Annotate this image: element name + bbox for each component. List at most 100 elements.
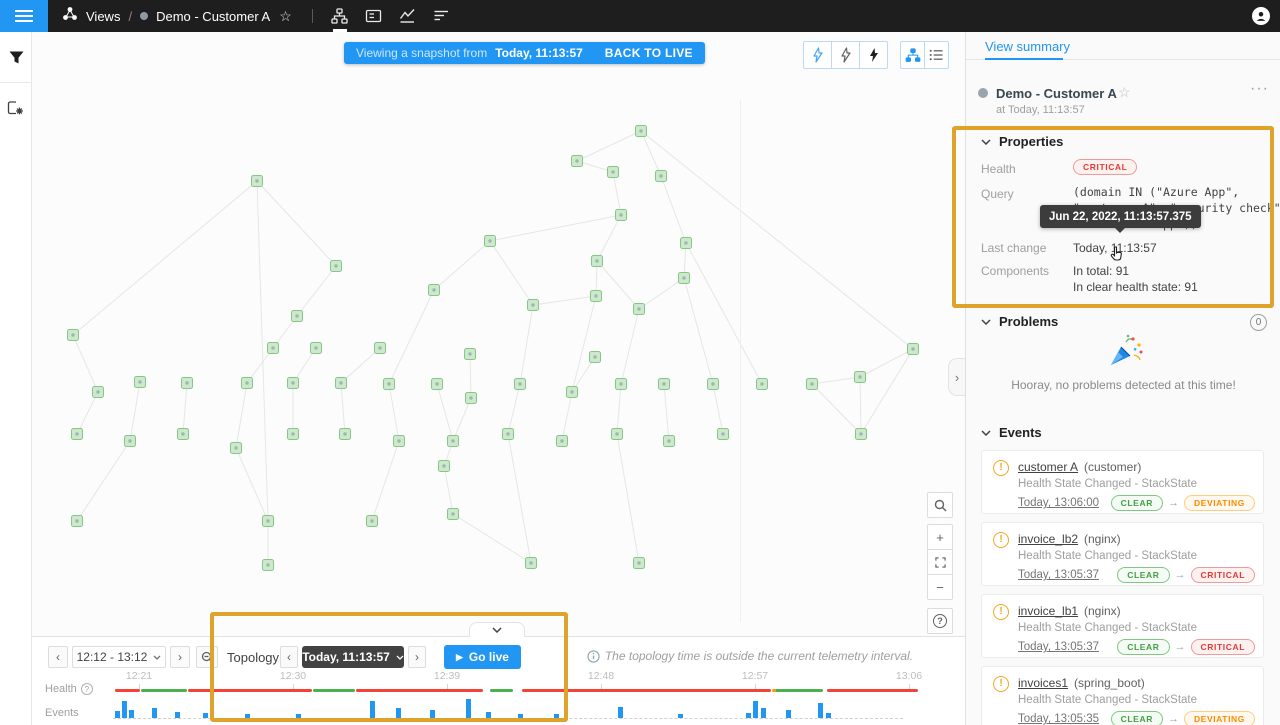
health-state-segment: [490, 689, 513, 692]
health-property-value: CRITICAL: [1073, 159, 1137, 175]
event-component-link[interactable]: invoice_lb2: [1018, 532, 1078, 546]
topology-time-next-button[interactable]: ›: [408, 646, 426, 668]
menu-button[interactable]: [0, 0, 48, 32]
topology-edge: [73, 181, 257, 335]
event-time-link[interactable]: Today, 13:05:35: [1018, 713, 1099, 725]
topology-node-icon: [75, 519, 78, 522]
topology-view-tab[interactable]: [323, 0, 357, 32]
event-component-link[interactable]: invoice_lb1: [1018, 604, 1078, 618]
view-health-dot: [140, 12, 148, 20]
bolt-outline-button[interactable]: [803, 41, 832, 69]
event-time-link[interactable]: Today, 13:05:37: [1018, 569, 1099, 581]
bolt-dim-button[interactable]: [831, 41, 860, 69]
view-favorite-star-icon[interactable]: ☆: [1118, 84, 1131, 101]
topology-time-dropdown[interactable]: Today, 11:13:57: [302, 646, 404, 668]
topology-edge: [686, 243, 762, 384]
event-component-type: (nginx): [1084, 604, 1121, 618]
collapse-timeline-button[interactable]: [469, 622, 525, 637]
state-pill-to: CRITICAL: [1191, 639, 1255, 655]
topology-node-icon: [595, 259, 598, 262]
topology-node-icon: [181, 432, 184, 435]
health-event-icon: !: [993, 460, 1009, 476]
problems-count-badge: 0: [1250, 314, 1267, 331]
zoom-out-button[interactable]: −: [927, 574, 953, 600]
events-row-label: Events: [45, 707, 79, 719]
search-zoom-button[interactable]: [927, 492, 953, 518]
list-mode-button[interactable]: [924, 41, 949, 69]
chevron-down-icon: [981, 139, 991, 145]
events-section-header[interactable]: Events: [981, 425, 1042, 440]
event-count-bar: [753, 701, 758, 718]
topology-time-value: Today, 11:13:57: [302, 650, 390, 664]
telemetry-next-button[interactable]: ›: [170, 646, 190, 668]
topology-node-icon: [469, 396, 472, 399]
event-description: Health State Changed - StackState: [1018, 622, 1197, 634]
topology-edge: [812, 384, 861, 434]
topology-edge: [562, 392, 572, 441]
event-state-transition: CLEAR→DEVIATING: [1111, 711, 1255, 725]
topbar-divider: [312, 9, 313, 23]
event-count-bar: [175, 712, 180, 718]
topology-time-prev-button[interactable]: ‹: [280, 646, 298, 668]
expand-panel-handle[interactable]: ›: [948, 358, 965, 396]
event-component-link[interactable]: invoices1: [1018, 676, 1068, 690]
tab-view-summary[interactable]: View summary: [985, 39, 1070, 54]
topology-edge: [572, 296, 596, 392]
event-time-link[interactable]: Today, 13:05:37: [1018, 641, 1099, 653]
event-card: !invoices1(spring_boot)Health State Chan…: [981, 666, 1264, 725]
problems-section-header[interactable]: Problems: [981, 314, 1058, 329]
event-count-bar: [466, 699, 471, 718]
traces-view-tab[interactable]: [425, 0, 459, 32]
event-time-link[interactable]: Today, 13:06:00: [1018, 497, 1099, 509]
state-pill-from: CLEAR: [1117, 567, 1169, 583]
more-options-icon[interactable]: ···: [1250, 80, 1269, 98]
topology-node-icon: [615, 432, 618, 435]
zoom-in-button[interactable]: +: [927, 524, 953, 550]
components-view-tab[interactable]: [357, 0, 391, 32]
telemetry-interval-dropdown[interactable]: 12:12 - 13:12: [72, 646, 166, 668]
back-to-live-button[interactable]: BACK TO LIVE: [605, 46, 693, 60]
bolt-solid-button[interactable]: [859, 41, 888, 69]
topology-node-icon: [659, 174, 662, 177]
topology-node-icon: [451, 439, 454, 442]
event-detail-row: Today, 13:05:37CLEAR→CRITICAL: [1018, 567, 1255, 583]
topology-node-icon: [432, 288, 435, 291]
topology-edge: [389, 290, 434, 384]
timeline-zoom-out-button[interactable]: [196, 646, 218, 668]
topology-edge: [444, 466, 453, 514]
topology-edge: [713, 384, 723, 434]
topology-edge: [183, 383, 187, 434]
metrics-view-tab[interactable]: [391, 0, 425, 32]
topology-node-icon: [858, 375, 861, 378]
topology-edge: [73, 335, 98, 392]
go-live-button[interactable]: ▶ Go live: [444, 645, 521, 669]
events-baseline: [113, 718, 903, 719]
topology-edge: [341, 383, 345, 434]
telemetry-prev-button[interactable]: ‹: [48, 646, 68, 668]
event-count-bar: [518, 714, 523, 718]
topology-edge: [490, 241, 533, 305]
health-state-segment: [115, 689, 140, 692]
favorite-star-icon[interactable]: ☆: [279, 8, 292, 25]
event-count-bar: [122, 701, 127, 718]
properties-section-header[interactable]: Properties: [981, 134, 1063, 149]
help-button[interactable]: ?: [927, 608, 953, 634]
topology-canvas[interactable]: Viewing a snapshot from Today, 11:13:57 …: [32, 32, 965, 636]
topology-node-icon: [570, 390, 573, 393]
topology-node-icon: [339, 381, 342, 384]
zoom-to-fit-button[interactable]: [927, 549, 953, 575]
event-description: Health State Changed - StackState: [1018, 478, 1197, 490]
view-settings-button[interactable]: [0, 91, 32, 125]
topology-edge: [661, 176, 686, 243]
event-count-bar: [486, 712, 491, 718]
event-count-bar: [203, 713, 208, 718]
health-state-segment: [141, 689, 187, 692]
filter-panel-button[interactable]: [0, 40, 32, 74]
health-row-label: Health ?: [45, 683, 93, 695]
health-help-icon[interactable]: ?: [81, 683, 93, 695]
graph-mode-button[interactable]: [900, 41, 925, 69]
view-status-dot: [978, 88, 988, 98]
event-component-link[interactable]: customer A: [1018, 460, 1078, 474]
nav-views[interactable]: Views: [86, 9, 120, 24]
user-avatar[interactable]: [1252, 7, 1270, 25]
